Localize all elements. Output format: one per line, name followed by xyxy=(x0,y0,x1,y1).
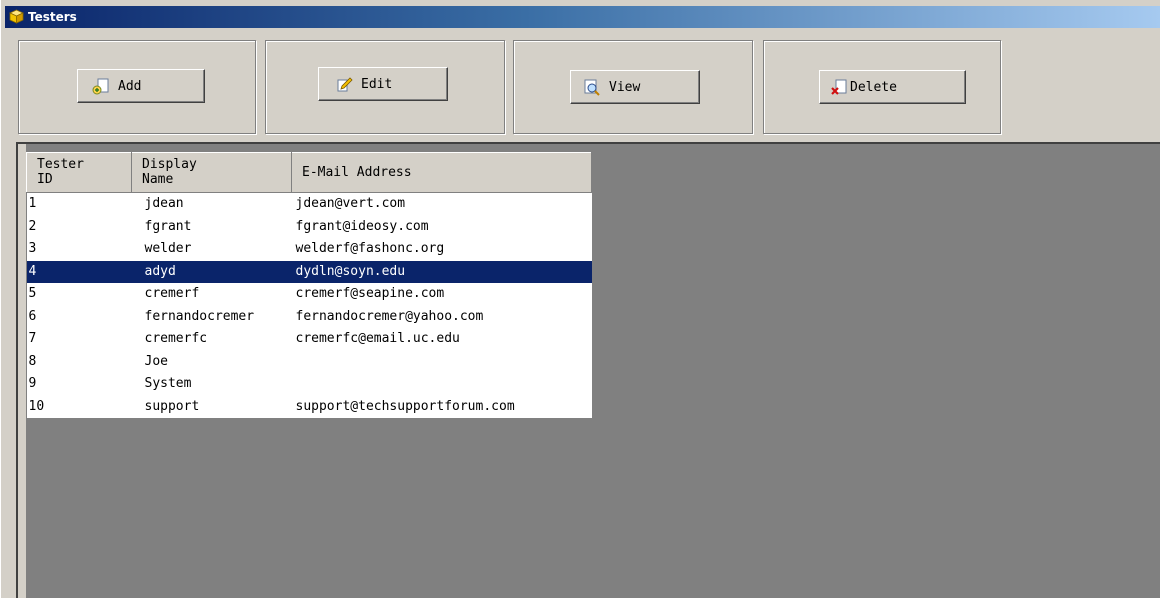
header-row: Tester ID Display Name E-Mail Address xyxy=(26,152,592,193)
cell-id: 7 xyxy=(26,328,132,351)
add-panel: Add xyxy=(18,40,256,134)
window-title: Testers xyxy=(28,10,77,24)
cell-email: jdean@vert.com xyxy=(291,192,592,216)
add-button-label: Add xyxy=(118,78,142,94)
cell-id: 10 xyxy=(26,395,132,418)
table-row[interactable]: 6 fernandocremer fernandocremer@yahoo.co… xyxy=(26,305,592,328)
cell-email: fgrant@ideosy.com xyxy=(291,215,592,238)
edit-button-label: Edit xyxy=(361,76,393,92)
cell-email: fernandocremer@yahoo.com xyxy=(291,305,592,328)
cell-email: dydln@soyn.edu xyxy=(291,260,592,283)
column-header-text: Display xyxy=(142,157,197,172)
table-row-selected[interactable]: 4 adyd dydln@soyn.edu xyxy=(26,260,592,283)
column-header-text: ID xyxy=(37,172,53,187)
table-row[interactable]: 8 Joe xyxy=(26,350,592,373)
column-header-text: Tester xyxy=(37,157,84,172)
view-button-label: View xyxy=(609,79,641,95)
edit-pencil-icon xyxy=(337,77,353,92)
delete-icon xyxy=(831,79,847,95)
cell-email xyxy=(291,350,592,373)
column-header-email[interactable]: E-Mail Address xyxy=(291,152,592,193)
testers-grid: Tester ID Display Name E-Mail Address 1 … xyxy=(16,142,1160,598)
testers-window: Testers Add Edit View Delete Tester ID D… xyxy=(0,0,1160,598)
table-row[interactable]: 1 jdean jdean@vert.com xyxy=(26,192,592,216)
cell-name: System xyxy=(131,373,292,396)
cell-id: 9 xyxy=(26,373,132,396)
table-row[interactable]: 7 cremerfc cremerfc@email.uc.edu xyxy=(26,328,592,351)
add-icon xyxy=(92,78,109,95)
table-row[interactable]: 9 System xyxy=(26,373,592,396)
cell-id: 4 xyxy=(26,260,132,283)
cell-email xyxy=(291,373,592,396)
testers-table: Tester ID Display Name E-Mail Address 1 … xyxy=(26,152,592,418)
delete-button-label: Delete xyxy=(850,79,897,95)
add-button[interactable]: Add xyxy=(77,69,205,103)
cell-name: adyd xyxy=(131,260,292,283)
table-row[interactable]: 10 support support@techsupportforum.com xyxy=(26,395,592,418)
edit-button[interactable]: Edit xyxy=(318,67,448,101)
view-button[interactable]: View xyxy=(570,70,700,104)
table-row[interactable]: 5 cremerf cremerf@seapine.com xyxy=(26,283,592,306)
cell-id: 5 xyxy=(26,283,132,306)
edit-panel: Edit xyxy=(265,40,505,134)
cell-name: welder xyxy=(131,238,292,261)
view-panel: View xyxy=(513,40,753,134)
title-bar[interactable]: Testers xyxy=(5,6,1160,28)
cell-email: cremerf@seapine.com xyxy=(291,283,592,306)
cell-id: 1 xyxy=(26,192,132,216)
cell-name: jdean xyxy=(131,192,292,216)
table-row[interactable]: 2 fgrant fgrant@ideosy.com xyxy=(26,215,592,238)
view-magnifier-icon xyxy=(584,79,600,96)
cell-name: Joe xyxy=(131,350,292,373)
column-header-display-name[interactable]: Display Name xyxy=(131,152,292,193)
column-header-text: Name xyxy=(142,172,174,187)
grid-left-edge xyxy=(18,144,26,598)
column-header-text: E-Mail Address xyxy=(302,165,412,180)
delete-button[interactable]: Delete xyxy=(819,70,966,104)
table-row[interactable]: 3 welder welderf@fashonc.org xyxy=(26,238,592,261)
cell-id: 8 xyxy=(26,350,132,373)
cell-name: cremerfc xyxy=(131,328,292,351)
cell-id: 6 xyxy=(26,305,132,328)
cell-email: cremerfc@email.uc.edu xyxy=(291,328,592,351)
delete-panel: Delete xyxy=(763,40,1001,134)
column-header-tester-id[interactable]: Tester ID xyxy=(26,152,132,193)
cell-name: fgrant xyxy=(131,215,292,238)
cell-id: 2 xyxy=(26,215,132,238)
cell-name: fernandocremer xyxy=(131,305,292,328)
cell-email: welderf@fashonc.org xyxy=(291,238,592,261)
cell-email: support@techsupportforum.com xyxy=(291,395,592,418)
cell-name: support xyxy=(131,395,292,418)
box-icon xyxy=(9,9,24,24)
cell-name: cremerf xyxy=(131,283,292,306)
cell-id: 3 xyxy=(26,238,132,261)
